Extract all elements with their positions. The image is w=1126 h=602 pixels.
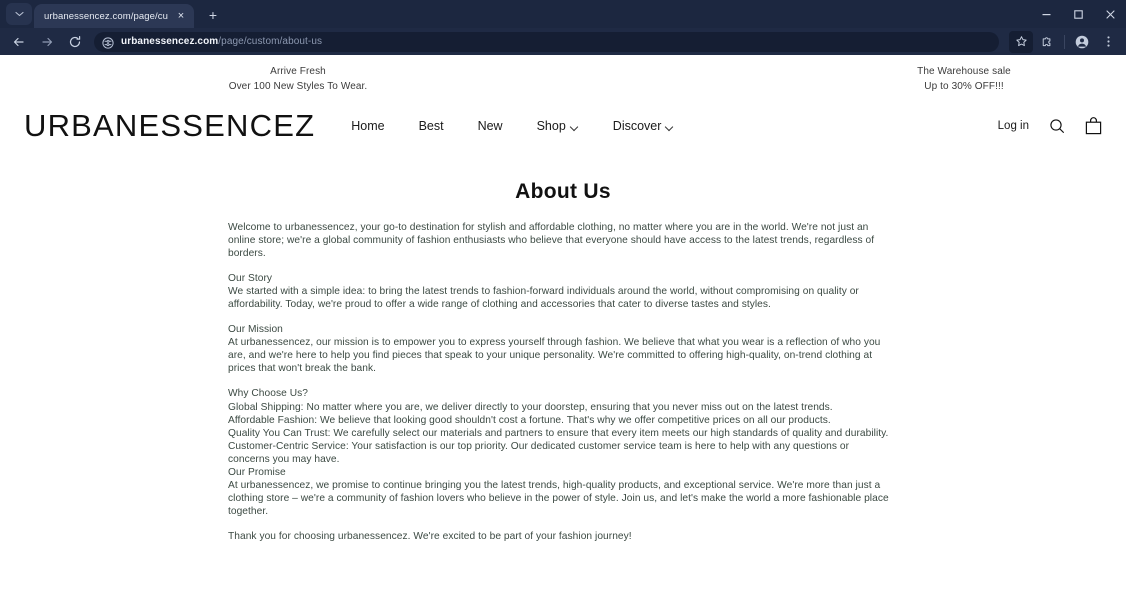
tab-title: urbanessencez.com/page/custo <box>44 10 168 22</box>
announcement-right-line1: The Warehouse sale <box>917 66 1011 77</box>
about-us-article: Welcome to urbanessencez, your go-to des… <box>228 221 898 543</box>
announcement-left-line1: Arrive Fresh <box>270 66 326 77</box>
text-line: Global Shipping: No matter where you are… <box>228 401 833 413</box>
maximize-icon[interactable] <box>1062 0 1094 28</box>
text-line: together. <box>228 505 269 517</box>
announcement-left-line2: Over 100 New Styles To Wear. <box>228 80 368 92</box>
section-heading-our-mission: Our Mission <box>228 324 283 336</box>
site-logo[interactable]: URBANESSENCEZ <box>24 108 315 144</box>
text-line: affordability. Today, we're proud to off… <box>228 299 771 311</box>
text-line: prices that won't break the bank. <box>228 363 377 375</box>
chevron-down-icon <box>571 124 579 129</box>
window-controls <box>1030 0 1126 28</box>
text-line: borders. <box>228 248 266 260</box>
star-icon[interactable] <box>1009 30 1033 53</box>
text-line: At urbanessencez, we promise to continue… <box>228 479 881 491</box>
text-line: Welcome to urbanessencez, your go-to des… <box>228 222 869 233</box>
nav-item-discover-label: Discover <box>612 119 662 133</box>
nav-item-new[interactable]: New <box>478 119 503 133</box>
section-heading-our-story: Our Story <box>228 273 273 285</box>
url-path: /page/custom/about-us <box>218 36 323 47</box>
text-line: Customer-Centric Service: Your satisfact… <box>228 440 850 452</box>
paragraph-why-choose-us: Why Choose Us? Global Shipping: No matte… <box>228 387 898 517</box>
page-viewport: Arrive Fresh Over 100 New Styles To Wear… <box>0 55 1126 602</box>
header-actions: Log in <box>998 117 1102 135</box>
forward-arrow-icon[interactable] <box>34 31 60 53</box>
text-line: clothing store – we're a community of fa… <box>228 492 889 504</box>
browser-toolbar: urbanessencez.com/page/custom/about-us <box>0 28 1126 55</box>
text-line: Quality You Can Trust: We carefully sele… <box>228 427 889 439</box>
chevron-down-icon <box>666 124 674 129</box>
browser-tab[interactable]: urbanessencez.com/page/custo × <box>34 4 194 28</box>
nav-item-home-label: Home <box>351 119 385 133</box>
page-content: About Us Welcome to urbanessencez, your … <box>0 156 1126 543</box>
new-tab-button[interactable]: + <box>200 4 226 26</box>
three-dot-menu-icon[interactable] <box>1096 31 1120 53</box>
nav-item-discover[interactable]: Discover <box>613 119 675 133</box>
text-line: At urbanessencez, our mission is to empo… <box>228 337 881 349</box>
close-icon[interactable] <box>1094 0 1126 28</box>
text-line: are, and we're here to help you find pie… <box>228 350 873 362</box>
paragraph-thank-you: Thank you for choosing urbanessencez. We… <box>228 530 898 543</box>
tab-search-chevron-icon[interactable] <box>6 3 32 25</box>
section-heading-why-choose-us: Why Choose Us? <box>228 388 308 400</box>
announcement-right: The Warehouse sale Up to 30% OFF!!! <box>826 65 1126 94</box>
announcement-bar: Arrive Fresh Over 100 New Styles To Wear… <box>0 55 1126 98</box>
announcement-right-line2: Up to 30% OFF!!! <box>924 80 1004 92</box>
address-bar[interactable]: urbanessencez.com/page/custom/about-us <box>94 31 999 52</box>
text-line: Affordable Fashion: We believe that look… <box>228 414 831 426</box>
paragraph-our-story: Our Story We started with a simple idea:… <box>228 272 898 311</box>
text-line: concerns you may have. <box>228 453 340 465</box>
text-line: online store; we're a global community o… <box>228 235 875 247</box>
nav-item-shop-label: Shop <box>536 119 566 133</box>
nav-item-best-label: Best <box>418 119 444 133</box>
text-line: We started with a simple idea: to bring … <box>228 286 859 298</box>
back-arrow-icon[interactable] <box>6 31 32 53</box>
main-navigation: Home Best New Shop Discover <box>351 119 997 133</box>
announcement-left: Arrive Fresh Over 100 New Styles To Wear… <box>0 65 826 94</box>
shopping-bag-icon[interactable] <box>1085 117 1102 135</box>
login-link[interactable]: Log in <box>998 120 1029 132</box>
url-host: urbanessencez.com <box>121 36 219 47</box>
profile-avatar-icon[interactable] <box>1070 31 1094 53</box>
tab-strip: urbanessencez.com/page/custo × + <box>0 0 1126 28</box>
reload-icon[interactable] <box>62 31 88 53</box>
site-settings-icon[interactable] <box>102 36 114 49</box>
address-bar-text: urbanessencez.com/page/custom/about-us <box>121 36 322 47</box>
nav-item-best[interactable]: Best <box>419 119 444 133</box>
paragraph-our-mission: Our Mission At urbanessencez, our missio… <box>228 323 898 375</box>
page-title: About Us <box>515 180 611 203</box>
toolbar-divider <box>1064 34 1065 49</box>
nav-item-new-label: New <box>477 119 503 133</box>
nav-item-home[interactable]: Home <box>351 119 384 133</box>
site-header: URBANESSENCEZ Home Best New Shop Discove… <box>0 98 1126 156</box>
section-heading-our-promise: Our Promise <box>228 466 286 478</box>
text-line: Thank you for choosing urbanessencez. We… <box>228 530 632 542</box>
search-icon[interactable] <box>1049 118 1065 134</box>
extensions-puzzle-icon[interactable] <box>1035 31 1059 53</box>
minimize-icon[interactable] <box>1030 0 1062 28</box>
tab-close-icon[interactable]: × <box>174 9 188 23</box>
browser-window: urbanessencez.com/page/custo × + urbanes… <box>0 0 1126 55</box>
paragraph-intro: Welcome to urbanessencez, your go-to des… <box>228 221 898 260</box>
nav-item-shop[interactable]: Shop <box>537 119 579 133</box>
